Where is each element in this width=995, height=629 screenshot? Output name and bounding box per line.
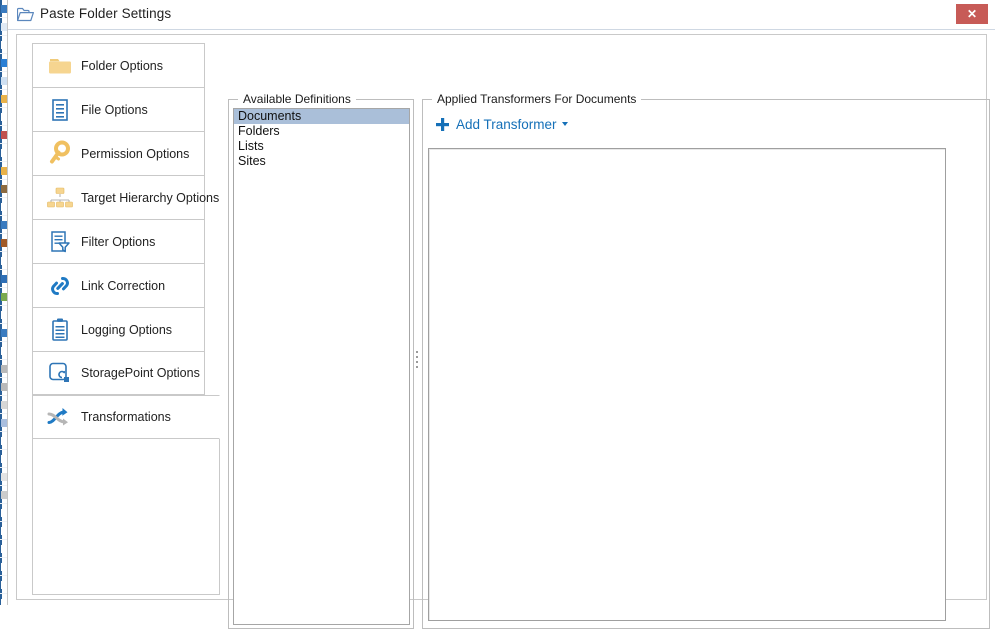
sidebar-item-label: Filter Options: [81, 234, 156, 249]
available-definitions-list[interactable]: Documents Folders Lists Sites: [233, 108, 410, 625]
add-transformer-label: Add Transformer: [456, 116, 557, 132]
sidebar-item-folder-options[interactable]: Folder Options: [32, 43, 205, 87]
list-item[interactable]: Sites: [234, 154, 409, 169]
splitter-grip: [416, 351, 418, 373]
sidebar-item-label: Permission Options: [81, 146, 190, 161]
key-icon: [45, 139, 75, 169]
settings-sidebar: Folder Options File Options Permission O…: [32, 43, 220, 595]
sidebar-item-file-options[interactable]: File Options: [32, 87, 205, 131]
dialog-title: Paste Folder Settings: [40, 6, 172, 21]
sidebar-item-filter-options[interactable]: Filter Options: [32, 219, 205, 263]
add-transformer-button[interactable]: Add Transformer: [435, 114, 568, 134]
content-frame: Folder Options File Options Permission O…: [16, 34, 990, 629]
sidebar-item-label: Target Hierarchy Options: [81, 190, 220, 205]
sidebar-item-label: Folder Options: [81, 58, 163, 73]
sidebar-item-target-hierarchy-options[interactable]: Target Hierarchy Options: [32, 175, 219, 219]
applied-transformers-title: Applied Transformers For Documents: [432, 92, 642, 106]
sidebar-item-permission-options[interactable]: Permission Options: [32, 131, 205, 175]
filter-icon: [45, 227, 75, 257]
paste-folder-settings-dialog: Paste Folder Settings ✕ Folder Options F…: [8, 0, 995, 629]
folder-icon: [45, 51, 75, 81]
available-definitions-title: Available Definitions: [238, 92, 356, 106]
folder-open-icon: [16, 7, 34, 22]
chevron-down-icon: [561, 122, 568, 126]
sidebar-item-label: Logging Options: [81, 322, 173, 337]
storagepoint-icon: [45, 358, 75, 388]
close-button[interactable]: ✕: [956, 4, 988, 24]
transform-icon: [45, 402, 75, 432]
link-icon: [45, 271, 75, 301]
sidebar-item-storagepoint-options[interactable]: StoragePoint Options: [32, 351, 205, 395]
sidebar-item-logging-options[interactable]: Logging Options: [32, 307, 205, 351]
list-item[interactable]: Lists: [234, 139, 409, 154]
sidebar-item-label: Link Correction: [81, 278, 166, 293]
applied-transformers-list[interactable]: [428, 148, 946, 621]
background-window-sliver: [0, 0, 8, 605]
hierarchy-icon: [45, 183, 75, 213]
dialog-body: Folder Options File Options Permission O…: [8, 30, 995, 629]
sidebar-item-label: Transformations: [81, 410, 171, 424]
available-definitions-group: Available Definitions Documents Folders …: [228, 92, 414, 629]
sidebar-item-label: StoragePoint Options: [81, 366, 200, 380]
plus-icon: [435, 117, 450, 132]
clipboard-icon: [45, 315, 75, 345]
list-item[interactable]: Folders: [234, 124, 409, 139]
list-item[interactable]: Documents: [234, 109, 409, 124]
sidebar-item-transformations[interactable]: Transformations: [32, 395, 220, 439]
applied-transformers-group: Applied Transformers For Documents Add T…: [422, 92, 990, 629]
vertical-splitter[interactable]: [414, 75, 420, 629]
sidebar-item-label: File Options: [81, 102, 148, 117]
sidebar-item-link-correction[interactable]: Link Correction: [32, 263, 205, 307]
file-icon: [45, 95, 75, 125]
dialog-titlebar: Paste Folder Settings ✕: [8, 0, 995, 30]
